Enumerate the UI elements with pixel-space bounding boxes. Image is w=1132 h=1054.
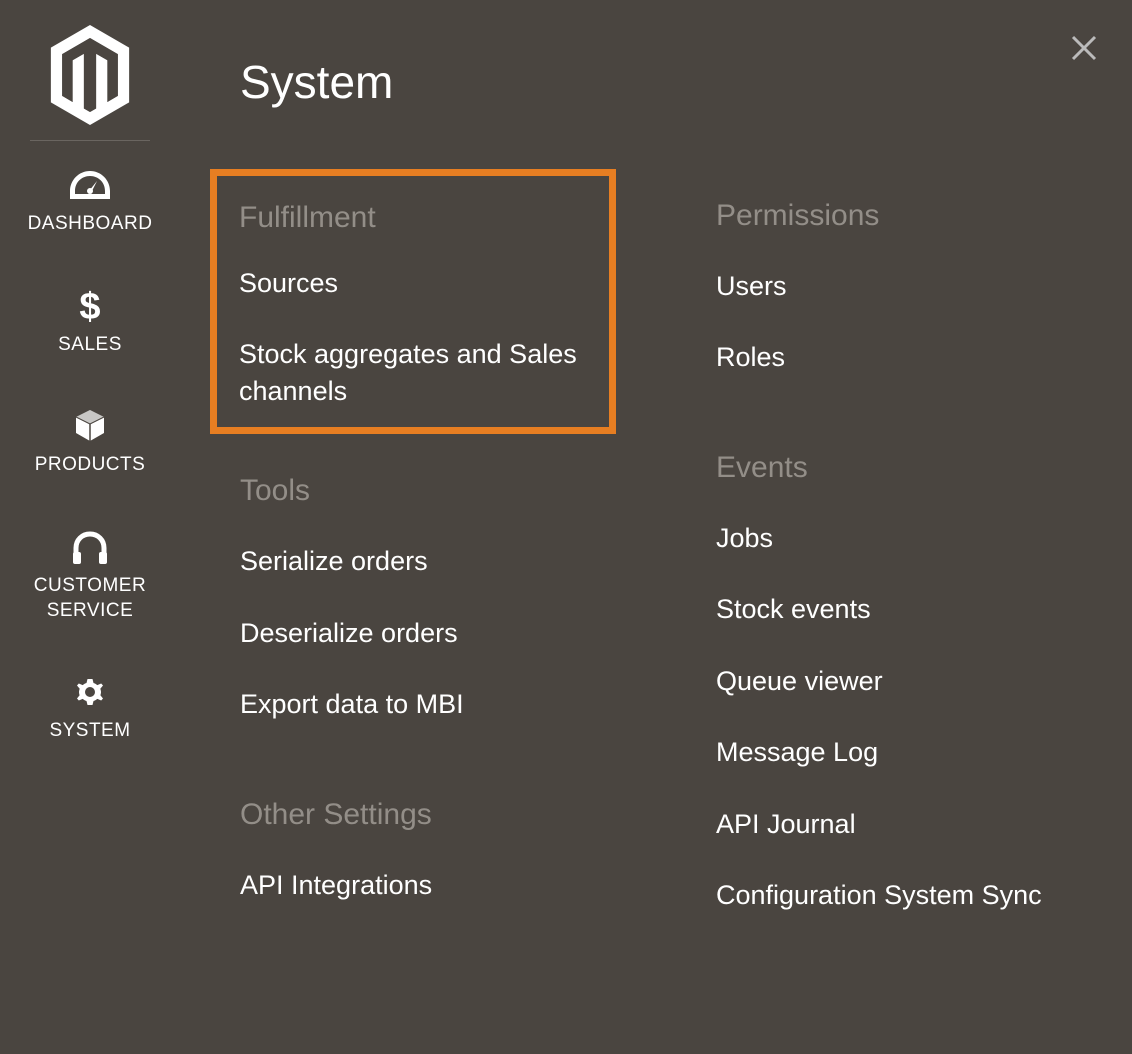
menu-link-api-journal[interactable]: API Journal xyxy=(716,806,1092,842)
sidebar-item-dashboard[interactable]: DASHBOARD xyxy=(15,166,165,237)
sidebar-item-customer-service[interactable]: CUSTOMER SERVICE xyxy=(15,528,165,623)
close-button[interactable] xyxy=(1066,30,1102,66)
dollar-icon: $ xyxy=(78,287,102,325)
menu-link-users[interactable]: Users xyxy=(716,268,1092,304)
sidebar-divider xyxy=(30,140,150,141)
sidebar-label-customer-service: CUSTOMER SERVICE xyxy=(15,574,165,623)
magento-logo[interactable] xyxy=(45,20,135,130)
menu-link-deserialize-orders[interactable]: Deserialize orders xyxy=(240,615,616,651)
headphones-icon xyxy=(70,528,110,566)
menu-link-stock-aggregates[interactable]: Stock aggregates and Sales channels xyxy=(239,336,587,409)
menu-link-config-sync[interactable]: Configuration System Sync xyxy=(716,877,1092,913)
section-gap xyxy=(716,411,1092,451)
section-header-tools: Tools xyxy=(240,474,616,508)
menu-link-jobs[interactable]: Jobs xyxy=(716,520,1092,556)
main-panel: System Fulfillment Sources Stock aggrega… xyxy=(180,0,1132,1054)
sidebar-label-system: SYSTEM xyxy=(49,719,130,744)
highlight-fulfillment: Fulfillment Sources Stock aggregates and… xyxy=(210,169,616,434)
box-icon xyxy=(72,407,108,445)
menu-link-serialize-orders[interactable]: Serialize orders xyxy=(240,543,616,579)
sidebar-label-sales: SALES xyxy=(58,333,122,358)
column-right: Permissions Users Roles Events Jobs Stoc… xyxy=(716,199,1092,949)
section-header-fulfillment: Fulfillment xyxy=(239,201,587,235)
sidebar-item-system[interactable]: SYSTEM xyxy=(15,673,165,744)
dashboard-icon xyxy=(70,166,110,204)
column-left: Fulfillment Sources Stock aggregates and… xyxy=(240,199,616,949)
svg-text:$: $ xyxy=(79,287,100,325)
section-header-permissions: Permissions xyxy=(716,199,1092,233)
sidebar-item-sales[interactable]: $ SALES xyxy=(15,287,165,358)
sidebar-label-dashboard: DASHBOARD xyxy=(28,212,153,237)
page-title: System xyxy=(240,55,1092,109)
sidebar-label-products: PRODUCTS xyxy=(35,453,146,478)
menu-link-message-log[interactable]: Message Log xyxy=(716,734,1092,770)
menu-link-roles[interactable]: Roles xyxy=(716,339,1092,375)
menu-columns: Fulfillment Sources Stock aggregates and… xyxy=(240,199,1092,949)
sidebar: DASHBOARD $ SALES PRODUCTS xyxy=(0,0,180,1054)
menu-link-queue-viewer[interactable]: Queue viewer xyxy=(716,663,1092,699)
menu-link-stock-events[interactable]: Stock events xyxy=(716,591,1092,627)
menu-link-export-mbi[interactable]: Export data to MBI xyxy=(240,686,616,722)
menu-link-api-integrations[interactable]: API Integrations xyxy=(240,867,616,903)
magento-logo-icon xyxy=(45,25,135,125)
app-container: DASHBOARD $ SALES PRODUCTS xyxy=(0,0,1132,1054)
section-header-events: Events xyxy=(716,451,1092,485)
section-header-other-settings: Other Settings xyxy=(240,798,616,832)
gear-icon xyxy=(73,673,107,711)
menu-link-sources[interactable]: Sources xyxy=(239,265,587,301)
close-icon xyxy=(1069,33,1099,63)
sidebar-item-products[interactable]: PRODUCTS xyxy=(15,407,165,478)
section-gap xyxy=(240,758,616,798)
